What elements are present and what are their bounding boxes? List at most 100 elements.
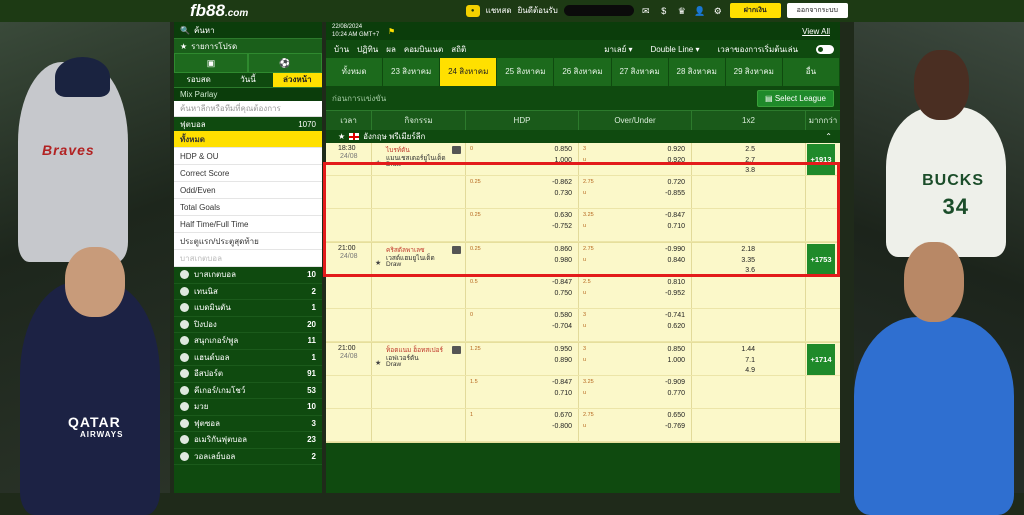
odds-type-select[interactable]: มาเลย์ ▾	[604, 43, 632, 56]
sidebar-item-sport[interactable]: อีสปอร์ต 91	[174, 366, 322, 383]
more-markets-button[interactable]: +1753	[807, 244, 835, 275]
settings-icon[interactable]: ⚙	[712, 5, 724, 17]
sidebar-item-sport[interactable]: บาสเกตบอล 10	[174, 267, 322, 284]
hdp-away-odd[interactable]: -0.704	[552, 323, 572, 330]
hdp-away-odd[interactable]: -0.752	[552, 223, 572, 230]
more-markets-button[interactable]: +1714	[807, 344, 835, 375]
ou-over-odd[interactable]: -0.990	[665, 246, 685, 253]
ou-over-odd[interactable]: -0.847	[665, 212, 685, 219]
tab-date[interactable]: 23 สิงหาคม	[383, 58, 440, 86]
filter-calendar[interactable]: ปฏิทิน	[357, 43, 378, 56]
ou-under-odd[interactable]: 0.770	[667, 390, 685, 397]
sidebar-item-sport[interactable]: แบดมินตัน 1	[174, 300, 322, 317]
tab-date[interactable]: 26 สิงหาคม	[554, 58, 611, 86]
sidebar-item-sport[interactable]: สนุกเกอร์/พูล 11	[174, 333, 322, 350]
vip-icon[interactable]: ♛	[676, 5, 688, 17]
hdp-home-odd[interactable]: -0.862	[552, 179, 572, 186]
league-header[interactable]: ★ อังกฤษ พรีเมียร์ลีก ⌃	[326, 130, 840, 143]
chat-icon[interactable]: ●	[465, 4, 480, 17]
1x2-draw-odd[interactable]: 4.9	[745, 367, 755, 374]
tab-date[interactable]: 28 สิงหาคม	[668, 58, 725, 86]
sidebar-item-sport[interactable]: เทนนิส 2	[174, 284, 322, 300]
hdp-home-odd[interactable]: 0.850	[554, 146, 572, 153]
hdp-home-odd[interactable]: -0.847	[552, 279, 572, 286]
ou-over-odd[interactable]: -0.741	[665, 312, 685, 319]
ou-under-odd[interactable]: 0.920	[667, 157, 685, 164]
favorite-star-icon[interactable]: ★	[375, 359, 381, 367]
league-search-input[interactable]: ค้นหาลีกหรือทีมที่คุณต้องการ	[174, 101, 322, 117]
mail-icon[interactable]: ✉	[640, 5, 652, 17]
star-icon[interactable]: ★	[338, 132, 345, 141]
hdp-away-odd[interactable]: 0.710	[554, 390, 572, 397]
filter-combination[interactable]: คอมบินเนต	[404, 43, 443, 56]
tab-date[interactable]: 25 สิงหาคม	[497, 58, 554, 86]
sidebar-search[interactable]: 🔍 ค้นหา	[174, 22, 322, 38]
1x2-home-odd[interactable]: 1.44	[741, 346, 755, 353]
hdp-away-odd[interactable]: 0.980	[554, 257, 572, 264]
hdp-home-odd[interactable]: 0.950	[554, 346, 572, 353]
bet-type-all[interactable]: ทั้งหมด	[174, 131, 322, 148]
hdp-away-odd[interactable]: 0.890	[554, 357, 572, 364]
1x2-away-odd[interactable]: 3.35	[741, 257, 755, 264]
more-markets-button[interactable]: +1913	[807, 144, 835, 175]
bet-type-more[interactable]: บาสเกตบอล	[174, 250, 322, 267]
tab-today[interactable]: วันนี้	[223, 73, 273, 87]
ou-over-odd[interactable]: 0.920	[667, 146, 685, 153]
hdp-home-odd[interactable]: 0.670	[554, 412, 572, 419]
tab-live[interactable]: รอบสด	[174, 73, 224, 87]
hdp-away-odd[interactable]: -0.800	[552, 423, 572, 430]
soccer-ball-icon[interactable]: ⚽	[248, 53, 322, 73]
ou-over-odd[interactable]: 0.720	[667, 179, 685, 186]
stats-icon[interactable]	[452, 146, 461, 154]
1x2-draw-odd[interactable]: 3.6	[745, 267, 755, 274]
line-select[interactable]: Double Line ▾	[651, 45, 700, 54]
hdp-home-odd[interactable]: 0.580	[554, 312, 572, 319]
tab-early[interactable]: ล่วงหน้า	[272, 73, 322, 87]
tv-view-icon[interactable]: ▣	[174, 53, 248, 73]
deposit-button[interactable]: ฝากเงิน	[729, 3, 781, 18]
ou-over-odd[interactable]: 0.650	[667, 412, 685, 419]
tab-date-all[interactable]: ทั้งหมด	[326, 58, 383, 86]
hdp-away-odd[interactable]: 1.000	[554, 157, 572, 164]
bet-type-first-last-goal[interactable]: ประตูแรก/ประตูสุดท้าย	[174, 233, 322, 250]
tab-date-other[interactable]: อื่น	[782, 58, 839, 86]
tab-date-active[interactable]: 24 สิงหาคม	[440, 58, 497, 86]
1x2-away-odd[interactable]: 7.1	[745, 357, 755, 364]
sidebar-item-sport[interactable]: คีเกอร์/เกมโชว์ 53	[174, 383, 322, 399]
hdp-away-odd[interactable]: 0.750	[554, 290, 572, 297]
ou-under-odd[interactable]: 1.000	[667, 357, 685, 364]
announcement-icon[interactable]: ⚑	[388, 27, 395, 36]
ou-under-odd[interactable]: 0.620	[667, 323, 685, 330]
sidebar-item-sport[interactable]: แฮนด์บอล 1	[174, 350, 322, 366]
select-league-button[interactable]: ▤ Select League	[757, 89, 834, 107]
filter-results[interactable]: ผล	[386, 43, 396, 56]
hdp-home-odd[interactable]: 0.860	[554, 246, 572, 253]
filter-home[interactable]: บ้าน	[334, 43, 349, 56]
1x2-home-odd[interactable]: 2.18	[741, 246, 755, 253]
favorite-star-icon[interactable]: ★	[375, 159, 381, 167]
stats-icon[interactable]	[452, 346, 461, 354]
filter-stats[interactable]: สถิติ	[451, 43, 466, 56]
ou-under-odd[interactable]: -0.769	[665, 423, 685, 430]
collapse-icon[interactable]: ⌃	[825, 132, 832, 141]
sidebar-item-football[interactable]: ฟุตบอล 1070	[174, 117, 322, 131]
sidebar-item-sport[interactable]: อเมริกันฟุตบอล 23	[174, 432, 322, 449]
chat-label[interactable]: แชทสด	[486, 4, 512, 17]
1x2-away-odd[interactable]: 2.7	[745, 157, 755, 164]
sidebar-item-sport[interactable]: ฟุตซอล 3	[174, 416, 322, 432]
mix-parlay-link[interactable]: Mix Parlay	[174, 87, 322, 101]
stats-icon[interactable]	[452, 246, 461, 254]
currency-icon[interactable]: $	[658, 5, 670, 17]
sidebar-item-sport[interactable]: วอลเลย์บอล 2	[174, 449, 322, 465]
hdp-home-odd[interactable]: 0.630	[554, 212, 572, 219]
sidebar-item-sport[interactable]: มวย 10	[174, 399, 322, 416]
hdp-home-odd[interactable]: -0.847	[552, 379, 572, 386]
tab-date[interactable]: 29 สิงหาคม	[725, 58, 782, 86]
ou-over-odd[interactable]: 0.810	[667, 279, 685, 286]
1x2-home-odd[interactable]: 2.5	[745, 146, 755, 153]
favorite-star-icon[interactable]: ★	[375, 259, 381, 267]
ou-under-odd[interactable]: 0.840	[667, 257, 685, 264]
view-all-link[interactable]: View All	[802, 27, 830, 36]
site-logo[interactable]: fb88.com	[190, 1, 248, 21]
ou-under-odd[interactable]: -0.855	[665, 190, 685, 197]
